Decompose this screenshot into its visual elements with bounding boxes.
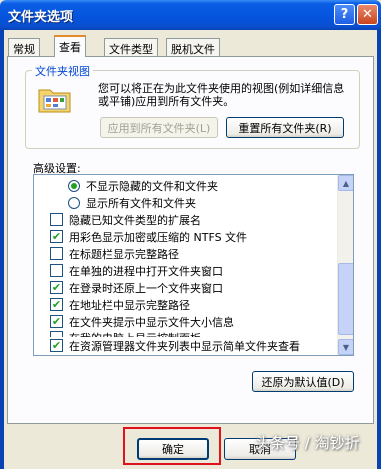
radio-selected-dot — [71, 182, 77, 189]
chevron-up-icon: ▲ — [342, 178, 350, 188]
window-frame-right — [377, 30, 381, 469]
vertical-scrollbar[interactable]: ▲ ▼ — [337, 175, 353, 355]
list-item[interactable]: ✔ 在文件夹提示中显示文件大小信息 — [50, 313, 234, 330]
title-bar: 文件夹选项 ? ✕ — [0, 0, 381, 30]
help-icon: ? — [340, 7, 349, 22]
checkbox[interactable] — [50, 247, 63, 260]
list-item[interactable]: ✔ 在登录时还原上一个文件夹窗口 — [50, 279, 223, 296]
list-item-label: 在登录时还原上一个文件夹窗口 — [69, 281, 223, 295]
list-item-label: 在文件夹提示中显示文件大小信息 — [69, 315, 234, 329]
checkbox[interactable] — [50, 264, 63, 277]
advanced-settings-list[interactable]: 不显示隐藏的文件和文件夹 显示所有文件和文件夹 隐藏已知文件类型的扩展名 ✔ 用… — [33, 174, 354, 356]
reset-all-folders-button[interactable]: 重置所有文件夹(R) — [226, 117, 344, 138]
checkmark-icon: ✔ — [51, 281, 62, 294]
window-title: 文件夹选项 — [8, 10, 74, 25]
close-button[interactable]: ✕ — [357, 4, 378, 25]
tab-general[interactable]: 常规 — [8, 38, 40, 56]
list-item[interactable]: 隐藏已知文件类型的扩展名 — [50, 211, 201, 228]
list-item-label: 在单独的进程中打开文件夹窗口 — [69, 264, 223, 278]
list-item-label: 显示所有文件和文件夹 — [86, 196, 196, 210]
tab-view[interactable]: 查看 — [54, 35, 86, 57]
checkbox[interactable]: ✔ — [50, 281, 63, 294]
list-item-label: 在地址栏中显示完整路径 — [69, 298, 190, 312]
list-item-label: 隐藏已知文件类型的扩展名 — [69, 213, 201, 227]
help-button[interactable]: ? — [334, 4, 355, 25]
list-item[interactable]: 在标题栏显示完整路径 — [50, 245, 179, 262]
folder-views-description: 您可以将正在为此文件夹使用的视图(例如详细信息或平铺)应用到所有文件夹。 — [98, 82, 345, 108]
scroll-thumb[interactable] — [338, 263, 353, 335]
scroll-up-button[interactable]: ▲ — [338, 175, 353, 191]
tab-offline-files[interactable]: 脱机文件 — [166, 38, 220, 56]
window-frame-left — [0, 30, 4, 469]
restore-defaults-button[interactable]: 还原为默认值(D) — [252, 371, 354, 392]
close-icon: ✕ — [362, 7, 373, 22]
apply-to-all-folders-button[interactable]: 应用到所有文件夹(L) — [100, 117, 218, 138]
checkbox[interactable]: ✔ — [50, 298, 63, 311]
folder-views-title: 文件夹视图 — [32, 63, 93, 79]
scroll-down-button[interactable]: ▼ — [338, 339, 353, 355]
checkbox[interactable] — [50, 213, 63, 226]
list-item[interactable]: 在单独的进程中打开文件夹窗口 — [50, 262, 223, 279]
list-item[interactable]: 显示所有文件和文件夹 — [68, 194, 196, 211]
list-item[interactable]: ✔ 在地址栏中显示完整路径 — [50, 296, 190, 313]
list-item-label: 不显示隐藏的文件和文件夹 — [86, 179, 218, 193]
folder-view-icon — [38, 89, 71, 113]
checkmark-icon: ✔ — [51, 315, 62, 328]
ok-highlight-box — [123, 427, 221, 465]
list-item[interactable]: 不显示隐藏的文件和文件夹 — [68, 177, 218, 194]
watermark: 头条号 / 淘钞折 — [255, 434, 360, 452]
checkmark-icon: ✔ — [51, 230, 62, 243]
chevron-down-icon: ▼ — [342, 342, 350, 352]
list-item-label: 用彩色显示加密或压缩的 NTFS 文件 — [69, 230, 248, 244]
list-item[interactable]: ✔ 用彩色显示加密或压缩的 NTFS 文件 — [50, 228, 247, 245]
checkbox[interactable]: ✔ — [50, 230, 63, 243]
radio-button[interactable] — [68, 196, 80, 209]
radio-button[interactable] — [68, 179, 80, 192]
checkmark-icon: ✔ — [51, 298, 62, 311]
tab-file-types[interactable]: 文件类型 — [104, 38, 158, 56]
checkbox[interactable]: ✔ — [50, 315, 63, 328]
list-item-label: 在标题栏显示完整路径 — [69, 247, 179, 261]
